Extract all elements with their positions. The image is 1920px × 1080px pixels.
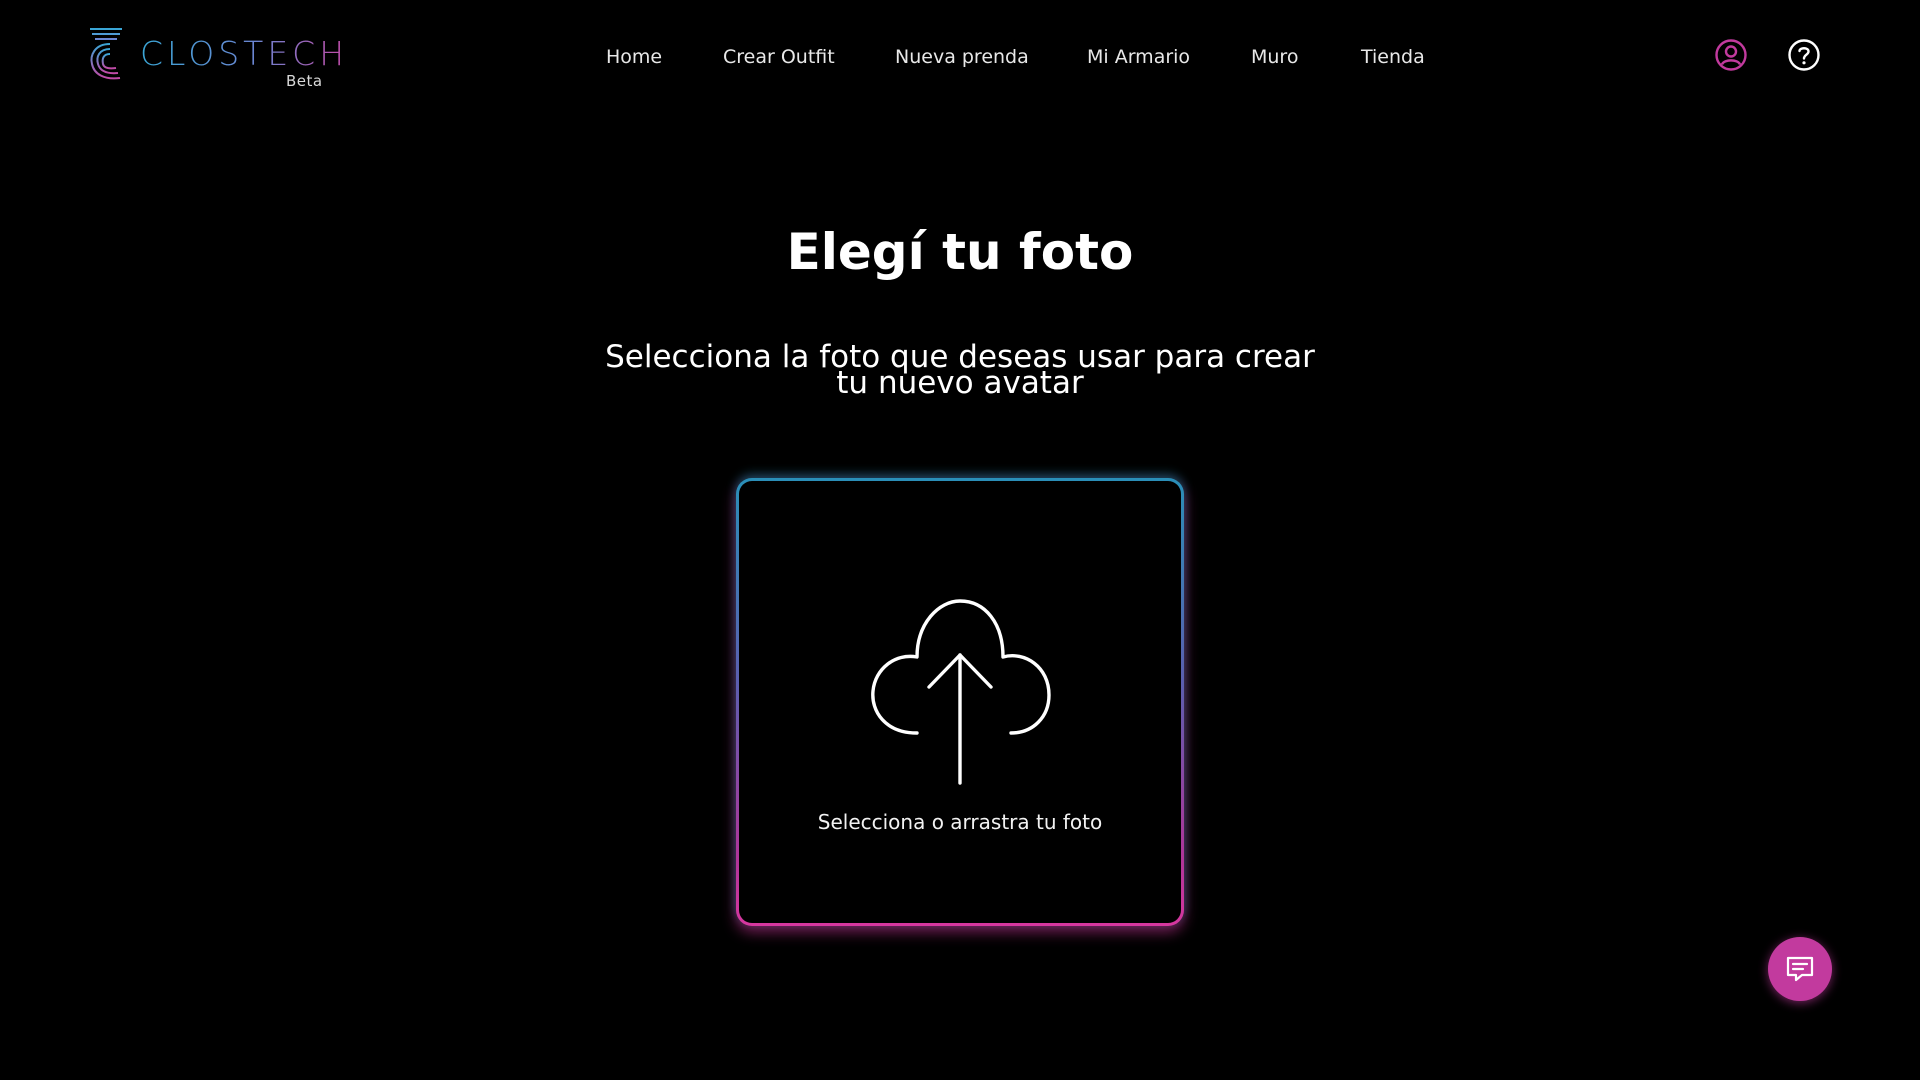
page-subtitle: Selecciona la foto que deseas usar para …	[605, 339, 1315, 401]
user-circle-icon	[1715, 39, 1747, 71]
page: CLOSTECH Beta Home Crear Outfit Nueva pr…	[0, 0, 1920, 1080]
help-button[interactable]	[1787, 38, 1821, 72]
cloud-upload-icon	[871, 599, 1051, 785]
page-title: Elegí tu foto	[786, 223, 1134, 281]
question-circle-icon	[1788, 39, 1820, 71]
beta-badge: Beta	[286, 72, 323, 90]
nav-item-tienda[interactable]: Tienda	[1361, 40, 1425, 74]
dropzone-label: Selecciona o arrastra tu foto	[817, 810, 1103, 834]
top-header: CLOSTECH Beta Home Crear Outfit Nueva pr…	[0, 0, 1920, 112]
nav-item-home[interactable]: Home	[606, 40, 662, 74]
chat-message-icon	[1786, 956, 1814, 982]
nav-item-mi-armario[interactable]: Mi Armario	[1087, 40, 1190, 74]
nav-item-nueva-prenda[interactable]: Nueva prenda	[895, 40, 1029, 74]
photo-dropzone[interactable]: Selecciona o arrastra tu foto	[736, 478, 1184, 926]
nav-item-crear-outfit[interactable]: Crear Outfit	[723, 40, 835, 74]
chat-button[interactable]	[1768, 937, 1832, 1001]
nav-item-muro[interactable]: Muro	[1251, 40, 1298, 74]
main-nav: Home Crear Outfit Nueva prenda Mi Armari…	[0, 40, 1920, 74]
profile-button[interactable]	[1714, 38, 1748, 72]
